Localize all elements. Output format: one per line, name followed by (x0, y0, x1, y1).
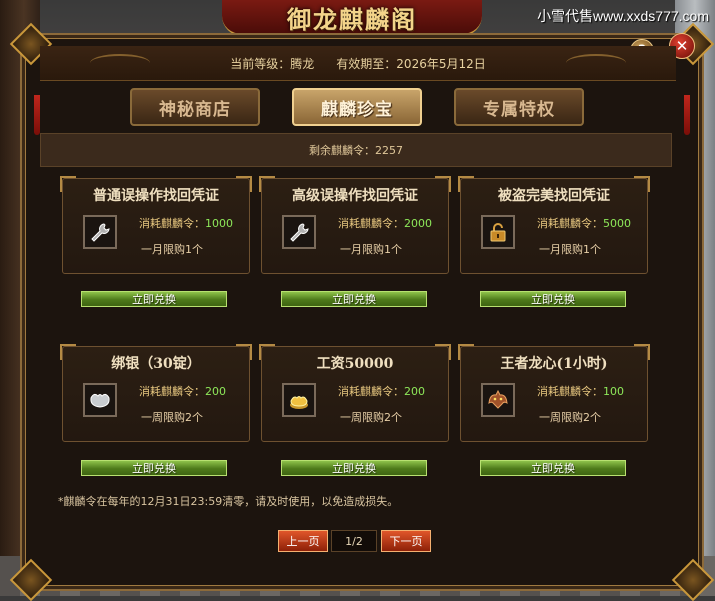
silver-ingot-icon[interactable] (83, 383, 117, 417)
item-name: 绑银（30锭） (111, 356, 201, 372)
watermark: 小雪代售www.xxds777.com (537, 8, 709, 24)
redeem-button[interactable]: 立即兑换 (281, 291, 427, 307)
cost-label: 消耗麒麟令： (338, 217, 404, 230)
item-cost: 消耗麒麟令：2000 (338, 215, 432, 231)
item-limit: 一周限购2个 (141, 411, 203, 424)
wrench-icon[interactable] (83, 215, 117, 249)
cost-label: 消耗麒麟令： (537, 217, 603, 230)
redeem-button[interactable]: 立即兑换 (281, 460, 427, 476)
member-info-bar: 当前等级：腾龙 有效期至：2026年5月12日 (40, 46, 676, 81)
expire-date: 有效期至：2026年5月12日 (336, 55, 485, 72)
level-value: 腾龙 (290, 56, 315, 71)
next-page-button[interactable]: 下一页 (381, 530, 431, 552)
redeem-button[interactable]: 立即兑换 (480, 460, 626, 476)
shop-item-card: 高级误操作找回凭证 消耗麒麟令：2000 一月限购1个 (259, 176, 451, 274)
shop-item-card: 被盗完美找回凭证 消耗麒麟令：5000 一月限购1个 (458, 176, 650, 274)
cost-value: 200 (404, 385, 425, 398)
redeem-button[interactable]: 立即兑换 (81, 291, 227, 307)
cost-value: 2000 (404, 217, 432, 230)
shop-item-card: 王者龙心(1小时) 消耗麒麟令：100 一周限购2个 (458, 344, 650, 442)
wrench-icon[interactable] (282, 215, 316, 249)
padlock-icon[interactable] (481, 215, 515, 249)
cost-value: 200 (205, 385, 226, 398)
cost-label: 消耗麒麟令： (537, 385, 603, 398)
tab-exclusive-privilege[interactable]: 专属特权 (454, 88, 584, 126)
tab-mystery-shop[interactable]: 神秘商店 (130, 88, 260, 126)
expiry-notice: *麒麟令在每年的12月31日23:59清零，请及时使用，以免造成损失。 (58, 495, 399, 508)
level-label: 当前等级： (230, 56, 291, 71)
item-name: 普通误操作找回凭证 (93, 188, 219, 204)
item-cost: 消耗麒麟令：5000 (537, 215, 631, 231)
window-title: 御龙麒麟阁 (287, 4, 417, 34)
remaining-tokens: 剩余麒麟令： 2257 (40, 133, 672, 167)
cost-label: 消耗麒麟令： (139, 385, 205, 398)
item-cost: 消耗麒麟令：200 (139, 383, 226, 399)
item-limit: 一月限购1个 (539, 243, 601, 256)
gold-ingot-icon[interactable] (282, 383, 316, 417)
cloud-ornament (90, 54, 150, 72)
dragon-heart-icon[interactable] (481, 383, 515, 417)
member-level: 当前等级：腾龙 (230, 55, 314, 72)
shop-item-card: 普通误操作找回凭证 消耗麒麟令：1000 一月限购1个 (60, 176, 252, 274)
tassel-right (684, 95, 690, 135)
item-name: 高级误操作找回凭证 (292, 188, 418, 204)
shop-item-card: 工资50000 消耗麒麟令：200 一周限购2个 (259, 344, 451, 442)
item-cost: 消耗麒麟令：100 (537, 383, 624, 399)
cost-value: 100 (603, 385, 624, 398)
remaining-value: 2257 (375, 143, 403, 157)
remaining-label: 剩余麒麟令： (309, 144, 375, 157)
title-banner: 御龙麒麟阁 (222, 0, 482, 36)
cost-label: 消耗麒麟令： (139, 217, 205, 230)
item-limit: 一周限购2个 (539, 411, 601, 424)
cloud-ornament (566, 54, 626, 72)
redeem-button[interactable]: 立即兑换 (480, 291, 626, 307)
item-cost: 消耗麒麟令：1000 (139, 215, 233, 231)
tab-qilin-treasure[interactable]: 麒麟珍宝 (292, 88, 422, 126)
item-limit: 一月限购1个 (141, 243, 203, 256)
item-name: 工资50000 (316, 356, 394, 372)
page-indicator: 1/2 (331, 530, 377, 552)
prev-page-button[interactable]: 上一页 (278, 530, 328, 552)
tassel-left (34, 95, 40, 135)
item-name: 被盗完美找回凭证 (498, 188, 610, 204)
expire-value: 2026年5月12日 (396, 56, 486, 71)
item-cost: 消耗麒麟令：200 (338, 383, 425, 399)
item-limit: 一月限购1个 (340, 243, 402, 256)
cost-label: 消耗麒麟令： (338, 385, 404, 398)
expire-label: 有效期至： (336, 56, 397, 71)
shop-item-card: 绑银（30锭） 消耗麒麟令：200 一周限购2个 (60, 344, 252, 442)
redeem-button[interactable]: 立即兑换 (81, 460, 227, 476)
item-name: 王者龙心(1小时) (500, 356, 608, 372)
cost-value: 1000 (205, 217, 233, 230)
item-limit: 一周限购2个 (340, 411, 402, 424)
cost-value: 5000 (603, 217, 631, 230)
